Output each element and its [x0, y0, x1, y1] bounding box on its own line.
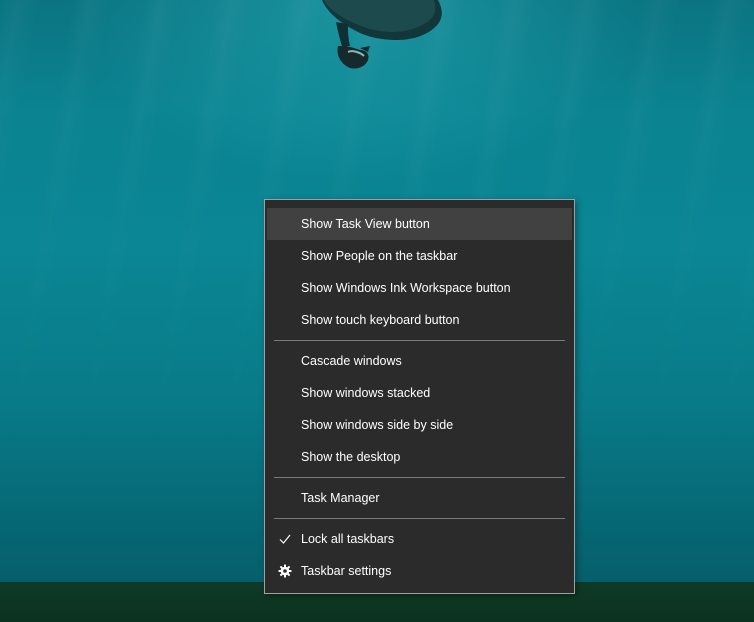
checkmark-icon [277, 523, 293, 555]
menu-item-show-the-desktop[interactable]: Show the desktop [267, 441, 572, 473]
menu-item-show-windows-side-by-side[interactable]: Show windows side by side [267, 409, 572, 441]
menu-item-label: Show Task View button [301, 217, 430, 231]
menu-item-label: Task Manager [301, 491, 380, 505]
menu-item-label: Show People on the taskbar [301, 249, 458, 263]
menu-item-cascade-windows[interactable]: Cascade windows [267, 345, 572, 377]
menu-item-label: Show touch keyboard button [301, 313, 460, 327]
gear-icon [277, 555, 293, 587]
menu-item-label: Taskbar settings [301, 564, 392, 578]
menu-item-label: Show the desktop [301, 450, 401, 464]
menu-item-label: Lock all taskbars [301, 532, 395, 546]
menu-item-show-task-view-button[interactable]: Show Task View button [267, 208, 572, 240]
menu-item-lock-all-taskbars[interactable]: Lock all taskbars [267, 523, 572, 555]
menu-item-task-manager[interactable]: Task Manager [267, 482, 572, 514]
menu-item-show-people[interactable]: Show People on the taskbar [267, 240, 572, 272]
menu-item-label: Show Windows Ink Workspace button [301, 281, 511, 295]
swimmer-image [322, 0, 442, 69]
menu-item-label: Show windows side by side [301, 418, 454, 432]
taskbar-context-menu: Show Task View button Show People on the… [264, 199, 575, 594]
menu-separator [274, 340, 565, 341]
menu-separator [274, 477, 565, 478]
menu-item-show-touch-keyboard[interactable]: Show touch keyboard button [267, 304, 572, 336]
menu-item-taskbar-settings[interactable]: Taskbar settings [267, 555, 572, 587]
menu-item-show-windows-stacked[interactable]: Show windows stacked [267, 377, 572, 409]
menu-item-label: Show windows stacked [301, 386, 431, 400]
menu-item-show-windows-ink-workspace[interactable]: Show Windows Ink Workspace button [267, 272, 572, 304]
menu-separator [274, 518, 565, 519]
menu-item-label: Cascade windows [301, 354, 402, 368]
